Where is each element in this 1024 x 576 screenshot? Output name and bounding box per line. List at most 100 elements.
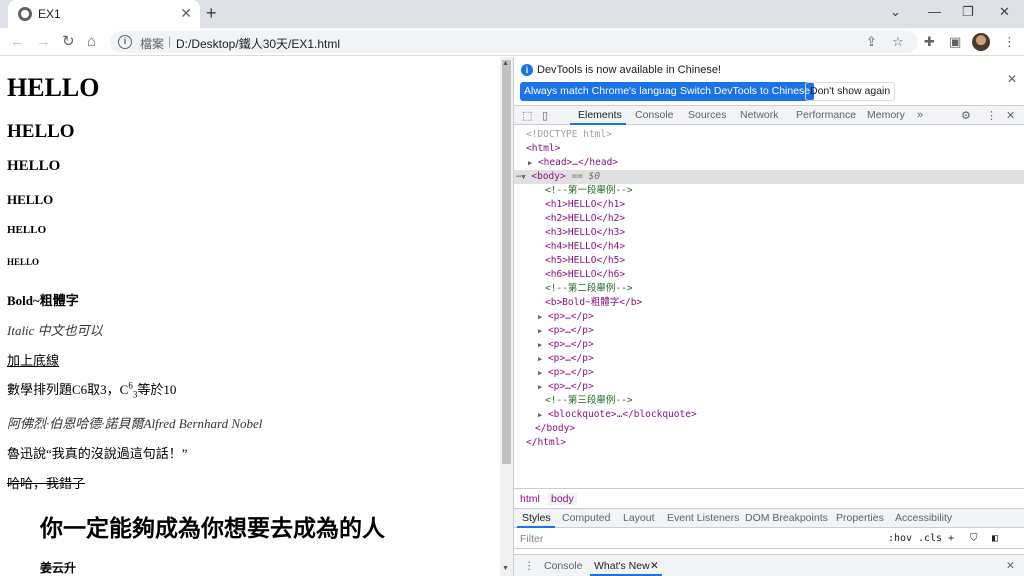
tree-p-row[interactable]: ▶ <p>…</p> [538, 352, 594, 366]
tree-comment-2[interactable]: <!--第二段舉例--> [545, 282, 633, 296]
url-text[interactable]: D:/Desktop/鐵人30天/EX1.html [176, 35, 340, 52]
drawer-close-icon[interactable]: ✕ [1006, 560, 1015, 572]
tree-h6[interactable]: <h6>HELLO</h6> [545, 268, 625, 282]
tree-doctype[interactable]: <!DOCTYPE html> [526, 128, 612, 142]
address-bar[interactable]: i 檔案 | D:/Desktop/鐵人30天/EX1.html [110, 31, 918, 53]
tab-memory[interactable]: Memory [867, 109, 905, 121]
breadcrumb-body[interactable]: body [548, 493, 577, 505]
expand-triangle-icon[interactable]: ▶ [538, 313, 542, 321]
tree-p-row[interactable]: ▶ <p>…</p> [538, 380, 594, 394]
more-tabs-icon[interactable]: » [917, 109, 923, 121]
page-viewport: HELLO HELLO HELLO HELLO HELLO HELLO Bold… [0, 57, 500, 576]
devtools-tabbar: ⬚ ▯ Elements Console Sources Network Per… [514, 105, 1024, 125]
browser-tab[interactable]: EX1 ✕ [8, 0, 200, 28]
tree-p-row[interactable]: ▶ <p>…</p> [538, 338, 594, 352]
tab-elements[interactable]: Elements [578, 109, 622, 121]
menu-icon[interactable]: ⋮ [1003, 34, 1016, 50]
hover-state-toggle[interactable]: :hov [888, 533, 912, 544]
tree-head-row[interactable]: ▶ <head>…</head> [528, 156, 618, 170]
expand-triangle-icon[interactable]: ▶ [538, 383, 542, 391]
tree-h2[interactable]: <h2>HELLO</h2> [545, 212, 625, 226]
match-language-button[interactable]: Always match Chrome's language [520, 82, 687, 101]
new-tab-icon[interactable]: + [206, 3, 217, 23]
expand-triangle-icon[interactable]: ▶ [538, 369, 542, 377]
scroll-down-icon[interactable]: ▼ [502, 565, 509, 572]
tab-console[interactable]: Console [635, 109, 674, 121]
reload-icon[interactable]: ↻ [62, 33, 75, 51]
tree-h1[interactable]: <h1>HELLO</h1> [545, 198, 625, 212]
restore-icon[interactable]: ❐ [962, 4, 974, 20]
profile-avatar[interactable] [972, 33, 990, 51]
tree-body-close[interactable]: </body> [535, 422, 575, 436]
breadcrumb-html[interactable]: html [520, 493, 540, 505]
expand-triangle-icon[interactable]: ▶ [538, 355, 542, 363]
back-icon[interactable]: ← [10, 33, 25, 51]
tree-blockquote-row[interactable]: ▶ <blockquote>…</blockquote> [538, 408, 697, 422]
tree-p-row[interactable]: ▶ <p>…</p> [538, 324, 594, 338]
tree-p: <p>…</p> [547, 311, 594, 322]
paint-icon[interactable]: ⛉ [970, 533, 978, 544]
drawer-tab-console[interactable]: Console [544, 560, 583, 572]
info-icon[interactable]: i [118, 35, 132, 49]
tree-b[interactable]: <b>Bold~粗體字</b> [545, 296, 642, 310]
bold-text: Bold~粗體字 [7, 293, 79, 308]
device-toolbar-icon[interactable]: ▯ [542, 109, 548, 122]
tab-sources[interactable]: Sources [688, 109, 727, 121]
page-scrollbar-thumb[interactable] [502, 60, 511, 464]
switch-language-button[interactable]: Switch DevTools to Chinese [676, 82, 815, 101]
tab-computed[interactable]: Computed [562, 512, 610, 524]
tab-accessibility[interactable]: Accessibility [895, 512, 952, 524]
forward-icon[interactable]: → [36, 33, 51, 51]
tree-h3[interactable]: <h3>HELLO</h3> [545, 226, 625, 240]
collapse-triangle-icon[interactable]: ▼ [521, 173, 525, 181]
home-icon[interactable]: ⌂ [87, 33, 96, 51]
tab-event-listeners[interactable]: Event Listeners [667, 512, 739, 524]
selected-node-marker: == $0 [571, 171, 601, 182]
styles-tabbar: Styles Computed Layout Event Listeners D… [514, 508, 1024, 528]
tree-html-open[interactable]: <html> [526, 142, 560, 156]
tab-dom-breakpoints[interactable]: DOM Breakpoints [745, 512, 828, 524]
dont-show-again-button[interactable]: Don't show again [805, 82, 896, 101]
tree-comment-1[interactable]: <!--第一段舉例--> [545, 184, 633, 198]
tree-p-row[interactable]: ▶ <p>…</p> [538, 310, 594, 324]
math-prefix: 數學排列題C6取3，C [7, 382, 129, 397]
tree-h5[interactable]: <h5>HELLO</h5> [545, 254, 625, 268]
expand-triangle-icon[interactable]: ▶ [528, 159, 532, 167]
side-panel-icon[interactable]: ▣ [949, 34, 961, 50]
tab-styles[interactable]: Styles [522, 512, 551, 524]
tab-properties[interactable]: Properties [836, 512, 884, 524]
tab-layout[interactable]: Layout [623, 512, 655, 524]
class-toggle[interactable]: .cls [918, 533, 942, 544]
tree-body-row[interactable]: ⋯▼ <body> == $0 [516, 170, 600, 184]
devtools-drawer: ⋮ Console What's New ✕ ✕ [514, 554, 1024, 576]
tab-performance[interactable]: Performance [796, 109, 856, 121]
kebab-menu-icon[interactable]: ⋮ [986, 109, 997, 122]
inspect-element-icon[interactable]: ⬚ [522, 109, 532, 122]
expand-triangle-icon[interactable]: ▶ [538, 411, 542, 419]
scroll-up-icon[interactable]: ▲ [502, 60, 509, 67]
share-icon[interactable]: ⇪ [866, 34, 877, 50]
expand-triangle-icon[interactable]: ▶ [538, 327, 542, 335]
settings-gear-icon[interactable]: ⚙ [961, 109, 971, 122]
drawer-tab-whats-new[interactable]: What's New [594, 560, 650, 572]
devtools-close-icon[interactable]: ✕ [1006, 109, 1015, 122]
new-rule-icon[interactable]: + [948, 533, 954, 544]
tree-html-close[interactable]: </html> [526, 436, 566, 450]
infobar-close-icon[interactable]: ✕ [1007, 72, 1017, 86]
tab-network[interactable]: Network [740, 109, 779, 121]
drawer-tab-close-icon[interactable]: ✕ [650, 560, 659, 572]
expand-triangle-icon[interactable]: ▶ [538, 341, 542, 349]
styles-filter-input[interactable]: Filter [518, 531, 880, 547]
sidebar-toggle-icon[interactable]: ◧ [992, 533, 998, 544]
tree-p-row[interactable]: ▶ <p>…</p> [538, 366, 594, 380]
bookmark-star-icon[interactable]: ☆ [892, 34, 904, 50]
close-tab-icon[interactable]: ✕ [180, 5, 192, 21]
tree-h4[interactable]: <h4>HELLO</h4> [545, 240, 625, 254]
minimize-icon[interactable]: — [928, 4, 941, 20]
tree-comment-3[interactable]: <!--第三段舉例--> [545, 394, 633, 408]
chevron-down-icon[interactable]: ⌄ [890, 4, 901, 20]
drawer-menu-icon[interactable]: ⋮ [524, 560, 535, 572]
window-close-icon[interactable]: ✕ [999, 4, 1010, 20]
extensions-icon[interactable]: ✚ [924, 34, 935, 50]
blockquote-title: 你一定能夠成為你想要去成為的人 [40, 515, 385, 541]
